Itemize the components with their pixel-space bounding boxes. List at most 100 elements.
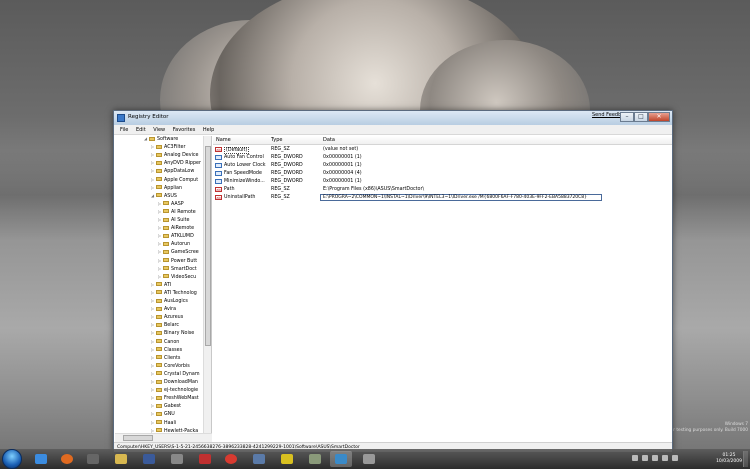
expand-arrow-icon[interactable]: ▷ (150, 297, 155, 305)
tree-item[interactable]: ▷ Analog Device (150, 151, 199, 159)
expand-arrow-icon[interactable]: ▷ (150, 370, 155, 378)
expand-arrow-icon[interactable]: ▷ (157, 248, 162, 256)
tree-hscroll-thumb[interactable] (123, 435, 153, 441)
tree-item[interactable]: ◢ ASUS (150, 192, 177, 200)
taskbar-app-5[interactable] (248, 451, 270, 467)
collapse-arrow-icon[interactable]: ◢ (150, 192, 155, 200)
tree-horizontal-scrollbar[interactable] (115, 433, 212, 442)
expand-arrow-icon[interactable]: ▷ (150, 289, 155, 297)
volume-icon[interactable] (672, 455, 678, 461)
value-row[interactable]: ab (Default) REG_SZ (value not set) (213, 146, 672, 154)
tree-item[interactable]: ▷ AiRemote (157, 224, 194, 232)
menu-edit[interactable]: Edit (133, 125, 149, 135)
taskbar-app-8[interactable] (358, 451, 380, 467)
tree-scroll-thumb[interactable] (205, 146, 211, 346)
expand-arrow-icon[interactable]: ▷ (150, 329, 155, 337)
maximize-button[interactable]: □ (634, 112, 648, 122)
tree-item[interactable]: ▷ Apple Comput (150, 176, 198, 184)
tree-item[interactable]: ▷ VideoSecu (157, 273, 196, 281)
expand-arrow-icon[interactable]: ▷ (157, 257, 162, 265)
tree-item[interactable]: ▷ ej-technologie (150, 386, 198, 394)
expand-arrow-icon[interactable]: ▷ (150, 410, 155, 418)
value-row[interactable]: ab Path REG_SZ E:\Program Files (x86)\ASUS\… (213, 186, 672, 194)
tree-item[interactable]: ▷ ATI (150, 281, 171, 289)
expand-arrow-icon[interactable]: ▷ (150, 362, 155, 370)
taskbar-app-3[interactable] (194, 451, 216, 467)
taskbar-app-6[interactable] (276, 451, 298, 467)
taskbar-ie[interactable] (30, 451, 52, 467)
tree-item[interactable]: ▷ Haali (150, 419, 176, 427)
value-row[interactable]: Auto Lower Clock REG_DWORD 0x00000001 (1) (213, 162, 672, 170)
value-data-edit[interactable]: E:\PROGRA~2\COMMON~1\INSTAL~1\Driver\9\I… (320, 194, 602, 201)
tree-item[interactable]: ◢ Software (143, 136, 178, 143)
collapse-arrow-icon[interactable]: ◢ (143, 136, 148, 143)
expand-arrow-icon[interactable]: ▷ (150, 184, 155, 192)
tree-item[interactable]: ▷ Autorun (157, 240, 190, 248)
expand-arrow-icon[interactable]: ▷ (150, 419, 155, 427)
expand-arrow-icon[interactable]: ▷ (150, 378, 155, 386)
menu-view[interactable]: View (150, 125, 168, 135)
tree-item[interactable]: ▷ Applian (150, 184, 182, 192)
tree-item[interactable]: ▷ Gabest (150, 402, 181, 410)
tree-item[interactable]: ▷ CoreVorbis (150, 362, 190, 370)
start-button[interactable] (2, 449, 22, 469)
taskbar-app-4[interactable] (220, 451, 242, 467)
tray-icon-2[interactable] (642, 455, 648, 461)
tree-item[interactable]: ▷ AppDataLow (150, 167, 194, 175)
value-row[interactable]: ab UninstallPath REG_SZ E:\PROGRA~2\COMMON~… (213, 194, 672, 202)
close-button[interactable]: ✕ (648, 112, 670, 122)
taskbar-app[interactable] (82, 451, 104, 467)
tray-icon-3[interactable] (652, 455, 658, 461)
expand-arrow-icon[interactable]: ▷ (150, 394, 155, 402)
expand-arrow-icon[interactable]: ▷ (150, 167, 155, 175)
tree-item[interactable]: ▷ ATI Technolog (150, 289, 197, 297)
tree-item[interactable]: ▷ Classes (150, 346, 182, 354)
expand-arrow-icon[interactable]: ▷ (157, 208, 162, 216)
expand-arrow-icon[interactable]: ▷ (150, 151, 155, 159)
taskbar-firefox[interactable] (56, 451, 78, 467)
expand-arrow-icon[interactable]: ▷ (157, 273, 162, 281)
taskbar-explorer[interactable] (110, 451, 132, 467)
taskbar-app-7[interactable] (304, 451, 326, 467)
taskbar-regedit[interactable] (330, 451, 352, 467)
tree-item[interactable]: ▷ Azureus (150, 313, 183, 321)
menu-favorites[interactable]: Favorites (170, 125, 199, 135)
value-row[interactable]: Auto Fan Control REG_DWORD 0x00000001 (1) (213, 154, 672, 162)
expand-arrow-icon[interactable]: ▷ (157, 232, 162, 240)
expand-arrow-icon[interactable]: ▷ (157, 224, 162, 232)
value-row[interactable]: MinimizeWindo... REG_DWORD 0x00000001 (1) (213, 178, 672, 186)
expand-arrow-icon[interactable]: ▷ (157, 240, 162, 248)
tree-item[interactable]: ▷ AASP (157, 200, 184, 208)
column-name[interactable]: Name (216, 137, 231, 143)
expand-arrow-icon[interactable]: ▷ (150, 159, 155, 167)
tree-item[interactable]: ▷ FreshWebMast (150, 394, 199, 402)
tree-item[interactable]: ▷ DownloadMan (150, 378, 198, 386)
show-desktop-button[interactable] (743, 451, 748, 467)
title-bar[interactable]: Registry Editor Send Feedback – □ ✕ (114, 111, 672, 125)
expand-arrow-icon[interactable]: ▷ (157, 265, 162, 273)
tree-item[interactable]: ▷ Binary Noise (150, 329, 194, 337)
tree-item[interactable]: ▷ AC3Filter (150, 143, 186, 151)
expand-arrow-icon[interactable]: ▷ (150, 305, 155, 313)
column-type[interactable]: Type (271, 137, 282, 143)
expand-arrow-icon[interactable]: ▷ (150, 402, 155, 410)
expand-arrow-icon[interactable]: ▷ (150, 321, 155, 329)
tree-item[interactable]: ▷ SmartDoct (157, 265, 197, 273)
expand-arrow-icon[interactable]: ▷ (150, 281, 155, 289)
expand-arrow-icon[interactable]: ▷ (150, 143, 155, 151)
network-icon[interactable] (662, 455, 668, 461)
tree-item[interactable]: ▷ AnyDVD Ripper (150, 159, 201, 167)
taskbar-app-2[interactable] (166, 451, 188, 467)
clock[interactable]: 01:25 10/03/2009 (716, 453, 742, 465)
expand-arrow-icon[interactable]: ▷ (150, 354, 155, 362)
expand-arrow-icon[interactable]: ▷ (150, 346, 155, 354)
tree-item[interactable]: ▷ Clients (150, 354, 180, 362)
minimize-button[interactable]: – (620, 112, 634, 122)
column-data[interactable]: Data (323, 137, 335, 143)
tree-item[interactable]: ▷ Power Butt (157, 257, 197, 265)
expand-arrow-icon[interactable]: ▷ (150, 386, 155, 394)
tree-item[interactable]: ▷ ATKLUMD (157, 232, 194, 240)
tree-item[interactable]: ▷ AusLogics (150, 297, 188, 305)
tree-item[interactable]: ▷ AI Suite (157, 216, 190, 224)
tree-item[interactable]: ▷ AI Remote (157, 208, 196, 216)
